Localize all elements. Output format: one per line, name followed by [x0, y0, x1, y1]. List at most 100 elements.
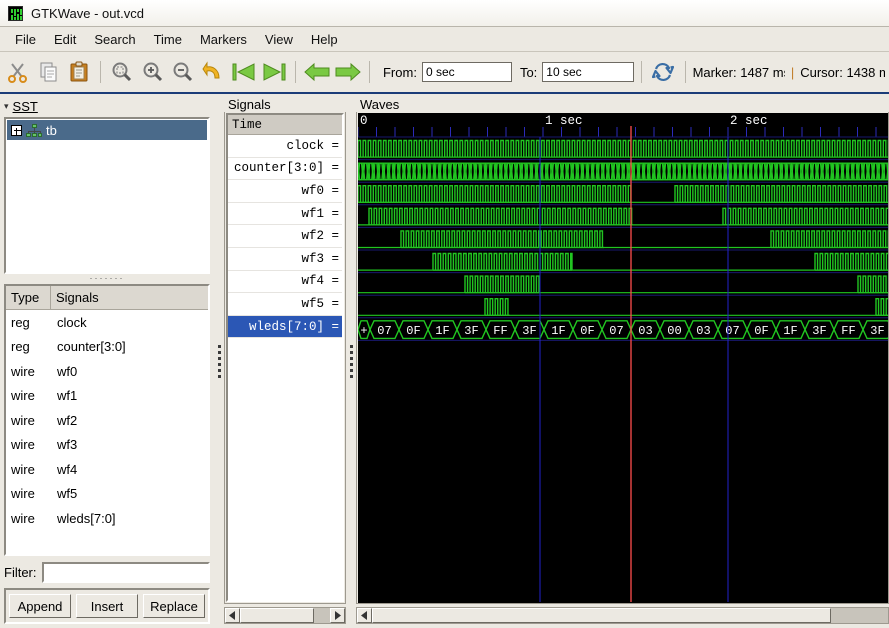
scroll-right-icon[interactable]: [330, 608, 345, 623]
svg-text:FF: FF: [841, 324, 855, 338]
paste-button[interactable]: [65, 57, 93, 87]
zoom-out-icon: [173, 62, 193, 82]
column-header-signals[interactable]: Signals: [51, 286, 208, 309]
svg-text:1F: 1F: [551, 324, 565, 338]
table-row[interactable]: wire wf3: [6, 433, 208, 458]
waves-horizontal-scrollbar[interactable]: [356, 607, 889, 624]
menu-view[interactable]: View: [256, 29, 302, 50]
wave-canvas[interactable]: 01 sec2 sec3+070F1F3FFF3F1F0F07030003070…: [358, 113, 888, 603]
signal-name-row-counter[interactable]: counter[3:0] =: [228, 158, 342, 181]
append-button[interactable]: Append: [9, 594, 71, 618]
zoom-out-button[interactable]: [169, 57, 197, 87]
scroll-left-icon[interactable]: [357, 608, 372, 623]
signal-name-row-wf4[interactable]: wf4 =: [228, 271, 342, 294]
pane-splitter-left[interactable]: [214, 94, 224, 628]
filter-label: Filter:: [4, 564, 37, 580]
zoom-to-end-button[interactable]: [260, 57, 288, 87]
signal-name: wf3: [57, 437, 78, 453]
waveform-drawing[interactable]: 01 sec2 sec3+070F1F3FFF3F1F0F07030003070…: [358, 113, 888, 602]
signal-name: wleds[7:0]: [57, 510, 116, 526]
table-row[interactable]: wire wf4: [6, 457, 208, 482]
table-row[interactable]: wire wleds[7:0]: [6, 506, 208, 531]
left-panel: ▾ SST tb ······· Type Signals reg clock …: [0, 94, 214, 628]
signal-type: wire: [11, 510, 35, 526]
to-input[interactable]: [542, 62, 635, 82]
signal-name-row-wf5[interactable]: wf5 =: [228, 293, 342, 316]
gtkwave-window: GTKWave - out.vcd File Edit Search Time …: [0, 0, 889, 628]
table-row[interactable]: reg counter[3:0]: [6, 335, 208, 360]
svg-text:1F: 1F: [783, 324, 797, 338]
scroll-track[interactable]: [372, 608, 888, 623]
signal-type: wire: [11, 437, 35, 453]
menu-file[interactable]: File: [6, 29, 45, 50]
signal-name-row-clock[interactable]: clock =: [228, 135, 342, 158]
svg-text:0F: 0F: [406, 324, 420, 338]
svg-text:07: 07: [609, 324, 623, 338]
column-header-type[interactable]: Type: [6, 286, 51, 309]
undo-button[interactable]: [199, 57, 227, 87]
undo-icon: [202, 61, 220, 79]
table-row[interactable]: wire wf1: [6, 384, 208, 409]
pane-splitter-right[interactable]: [346, 94, 356, 628]
waves-pane: Waves 01 sec2 sec3+070F1F3FFF3F1F0F07030…: [356, 94, 889, 628]
sst-tree-item-tb[interactable]: tb: [7, 120, 207, 140]
signal-name-row-wf0[interactable]: wf0 =: [228, 180, 342, 203]
cut-button[interactable]: [4, 57, 32, 87]
from-input[interactable]: [421, 62, 512, 82]
page-forward-button[interactable]: [334, 57, 362, 87]
table-row[interactable]: reg clock: [6, 310, 208, 335]
replace-button[interactable]: Replace: [143, 594, 205, 618]
menu-markers[interactable]: Markers: [191, 29, 256, 50]
scroll-thumb[interactable]: [240, 608, 314, 623]
sst-tree[interactable]: tb: [4, 117, 210, 274]
signal-type: wire: [11, 388, 35, 404]
svg-text:2 sec: 2 sec: [730, 114, 768, 128]
zoom-to-start-button[interactable]: [230, 57, 258, 87]
menu-edit[interactable]: Edit: [45, 29, 85, 50]
arrow-left-icon: [304, 62, 330, 82]
sst-title: SST: [12, 98, 38, 114]
zoom-in-icon: [143, 62, 162, 82]
signal-name-row-wf1[interactable]: wf1 =: [228, 203, 342, 226]
splitter-grip-icon: [217, 344, 221, 378]
svg-text:03: 03: [696, 324, 710, 338]
page-back-button[interactable]: [303, 57, 331, 87]
signal-name-row-wf2[interactable]: wf2 =: [228, 225, 342, 248]
zoom-in-button[interactable]: [138, 57, 166, 87]
svg-text:0: 0: [360, 114, 368, 128]
signal-name: clock: [57, 314, 87, 330]
signal-name-row-wf3[interactable]: wf3 =: [228, 248, 342, 271]
signal-table-body: reg clock reg counter[3:0] wire wf0 wire…: [6, 310, 208, 554]
svg-text:07: 07: [725, 324, 739, 338]
table-row[interactable]: wire wf2: [6, 408, 208, 433]
signals-pane: Signals Time clock = counter[3:0] = wf0 …: [224, 94, 346, 628]
menu-help[interactable]: Help: [302, 29, 347, 50]
menu-time[interactable]: Time: [145, 29, 191, 50]
table-row[interactable]: wire wf0: [6, 359, 208, 384]
copy-button[interactable]: [34, 57, 62, 87]
svg-text:00: 00: [667, 324, 681, 338]
signal-type: wire: [11, 461, 35, 477]
table-row[interactable]: wire wf5: [6, 482, 208, 507]
pane-grip-horizontal[interactable]: ·······: [4, 274, 210, 283]
scroll-left-icon[interactable]: [225, 608, 240, 623]
chevron-down-icon[interactable]: ▾: [4, 101, 9, 112]
svg-text:3F: 3F: [870, 324, 884, 338]
menu-search[interactable]: Search: [85, 29, 144, 50]
zoom-fit-button[interactable]: [108, 57, 136, 87]
scroll-track[interactable]: [240, 608, 330, 623]
reload-button[interactable]: [649, 57, 677, 87]
insert-button[interactable]: Insert: [76, 594, 138, 618]
svg-text:03: 03: [638, 324, 652, 338]
signal-names-list[interactable]: Time clock = counter[3:0] = wf0 = wf1 = …: [226, 113, 344, 602]
arrow-right-icon: [335, 62, 361, 82]
zoom-to-start-icon: [232, 63, 255, 81]
scroll-thumb[interactable]: [372, 608, 832, 623]
sst-header[interactable]: ▾ SST: [4, 97, 210, 115]
svg-text:3F: 3F: [522, 324, 536, 338]
expand-plus-icon[interactable]: [11, 124, 22, 136]
signal-name-row-wleds[interactable]: wleds[7:0] =: [228, 315, 342, 339]
signals-horizontal-scrollbar[interactable]: [224, 607, 346, 624]
signal-type: wire: [11, 363, 35, 379]
filter-input[interactable]: [41, 561, 210, 583]
